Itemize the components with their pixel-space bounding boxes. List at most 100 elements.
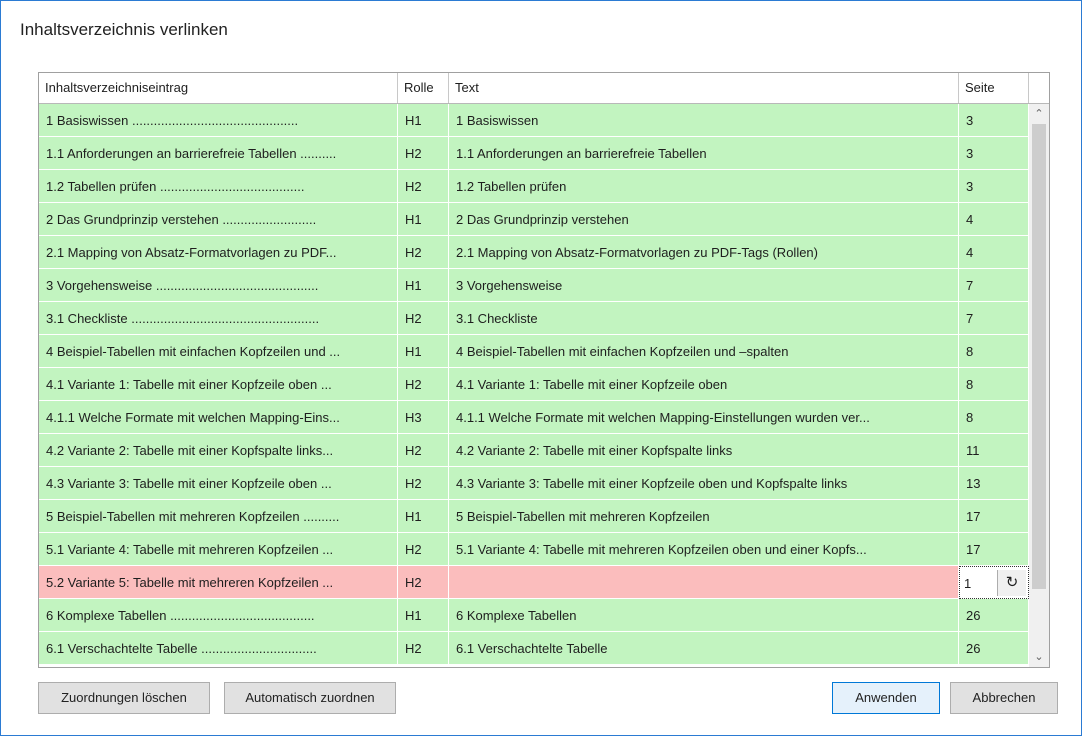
entry-cell[interactable]: 5.2 Variante 5: Tabelle mit mehreren Kop…: [39, 566, 398, 599]
page-cell[interactable]: 7: [959, 302, 1029, 335]
page-cell[interactable]: 13: [959, 467, 1029, 500]
chevron-down-icon[interactable]: ⌄: [1029, 647, 1049, 667]
cancel-button[interactable]: Abbrechen: [950, 682, 1058, 714]
page-cell[interactable]: 8: [959, 335, 1029, 368]
text-cell[interactable]: [449, 566, 959, 599]
entry-cell[interactable]: 2 Das Grundprinzip verstehen ...........…: [39, 203, 398, 236]
entry-cell[interactable]: 5.1 Variante 4: Tabelle mit mehreren Kop…: [39, 533, 398, 566]
entry-cell[interactable]: 4.1 Variante 1: Tabelle mit einer Kopfze…: [39, 368, 398, 401]
role-cell[interactable]: H2: [398, 632, 449, 665]
table-row[interactable]: 4.1.1 Welche Formate mit welchen Mapping…: [39, 401, 1029, 434]
page-cell[interactable]: 8: [959, 368, 1029, 401]
page-cell[interactable]: 17: [959, 500, 1029, 533]
table-row[interactable]: 2 Das Grundprinzip verstehen ...........…: [39, 203, 1029, 236]
page-cell[interactable]: 17: [959, 533, 1029, 566]
role-cell[interactable]: H2: [398, 434, 449, 467]
entry-cell[interactable]: 5 Beispiel-Tabellen mit mehreren Kopfzei…: [39, 500, 398, 533]
auto-assign-button[interactable]: Automatisch zuordnen: [224, 682, 396, 714]
text-cell[interactable]: 2.1 Mapping von Absatz-Formatvorlagen zu…: [449, 236, 959, 269]
entry-cell[interactable]: 3.1 Checkliste .........................…: [39, 302, 398, 335]
table-row[interactable]: 1 Basiswissen ..........................…: [39, 104, 1029, 137]
column-header-page[interactable]: Seite: [959, 73, 1029, 103]
role-cell[interactable]: H1: [398, 269, 449, 302]
text-cell[interactable]: 5.1 Variante 4: Tabelle mit mehreren Kop…: [449, 533, 959, 566]
role-cell[interactable]: H2: [398, 302, 449, 335]
text-cell[interactable]: 5 Beispiel-Tabellen mit mehreren Kopfzei…: [449, 500, 959, 533]
text-cell[interactable]: 1.1 Anforderungen an barrierefreie Tabel…: [449, 137, 959, 170]
text-cell[interactable]: 4.1.1 Welche Formate mit welchen Mapping…: [449, 401, 959, 434]
page-cell[interactable]: 4: [959, 236, 1029, 269]
table-row[interactable]: 2.1 Mapping von Absatz-Formatvorlagen zu…: [39, 236, 1029, 269]
role-cell[interactable]: H1: [398, 500, 449, 533]
text-cell[interactable]: 6.1 Verschachtelte Tabelle: [449, 632, 959, 665]
page-cell[interactable]: 3: [959, 104, 1029, 137]
text-cell[interactable]: 2 Das Grundprinzip verstehen: [449, 203, 959, 236]
role-cell[interactable]: H2: [398, 566, 449, 599]
page-value[interactable]: 1: [964, 567, 971, 598]
vertical-scrollbar[interactable]: ⌃ ⌄: [1029, 104, 1049, 667]
toc-grid[interactable]: Inhaltsverzeichniseintrag Rolle Text Sei…: [38, 72, 1050, 668]
table-row[interactable]: 6.1 Verschachtelte Tabelle .............…: [39, 632, 1029, 665]
page-cell[interactable]: 7: [959, 269, 1029, 302]
refresh-icon[interactable]: ↻: [997, 570, 1026, 596]
table-row[interactable]: 5.1 Variante 4: Tabelle mit mehreren Kop…: [39, 533, 1029, 566]
entry-cell[interactable]: 4 Beispiel-Tabellen mit einfachen Kopfze…: [39, 335, 398, 368]
apply-button[interactable]: Anwenden: [832, 682, 940, 714]
scrollbar-thumb[interactable]: [1032, 124, 1046, 589]
table-row[interactable]: 5.2 Variante 5: Tabelle mit mehreren Kop…: [39, 566, 1029, 599]
page-cell[interactable]: 11: [959, 434, 1029, 467]
table-row[interactable]: 6 Komplexe Tabellen ....................…: [39, 599, 1029, 632]
page-cell[interactable]: 26: [959, 599, 1029, 632]
table-row[interactable]: 4 Beispiel-Tabellen mit einfachen Kopfze…: [39, 335, 1029, 368]
clear-mappings-button[interactable]: Zuordnungen löschen: [38, 682, 210, 714]
table-row[interactable]: 1.2 Tabellen prüfen ....................…: [39, 170, 1029, 203]
text-cell[interactable]: 4.2 Variante 2: Tabelle mit einer Kopfsp…: [449, 434, 959, 467]
page-cell[interactable]: 4: [959, 203, 1029, 236]
entry-cell[interactable]: 1 Basiswissen ..........................…: [39, 104, 398, 137]
page-cell[interactable]: 26: [959, 632, 1029, 665]
role-cell[interactable]: H2: [398, 170, 449, 203]
page-editor[interactable]: 1 ↻: [959, 566, 1029, 599]
entry-cell[interactable]: 6.1 Verschachtelte Tabelle .............…: [39, 632, 398, 665]
table-row[interactable]: 5 Beispiel-Tabellen mit mehreren Kopfzei…: [39, 500, 1029, 533]
column-header-role[interactable]: Rolle: [398, 73, 449, 103]
entry-cell[interactable]: 2.1 Mapping von Absatz-Formatvorlagen zu…: [39, 236, 398, 269]
text-cell[interactable]: 3.1 Checkliste: [449, 302, 959, 335]
page-cell[interactable]: 3: [959, 170, 1029, 203]
role-cell[interactable]: H1: [398, 599, 449, 632]
chevron-up-icon[interactable]: ⌃: [1029, 104, 1049, 124]
role-cell[interactable]: H1: [398, 203, 449, 236]
entry-cell[interactable]: 1.2 Tabellen prüfen ....................…: [39, 170, 398, 203]
table-row[interactable]: 3 Vorgehensweise .......................…: [39, 269, 1029, 302]
text-cell[interactable]: 1 Basiswissen: [449, 104, 959, 137]
table-row[interactable]: 4.1 Variante 1: Tabelle mit einer Kopfze…: [39, 368, 1029, 401]
entry-cell[interactable]: 4.2 Variante 2: Tabelle mit einer Kopfsp…: [39, 434, 398, 467]
entry-cell[interactable]: 4.3 Variante 3: Tabelle mit einer Kopfze…: [39, 467, 398, 500]
role-cell[interactable]: H2: [398, 137, 449, 170]
text-cell[interactable]: 1.2 Tabellen prüfen: [449, 170, 959, 203]
role-cell[interactable]: H1: [398, 335, 449, 368]
text-cell[interactable]: 4.1 Variante 1: Tabelle mit einer Kopfze…: [449, 368, 959, 401]
role-cell[interactable]: H2: [398, 533, 449, 566]
column-header-entry[interactable]: Inhaltsverzeichniseintrag: [39, 73, 398, 103]
page-cell[interactable]: 8: [959, 401, 1029, 434]
role-cell[interactable]: H1: [398, 104, 449, 137]
role-cell[interactable]: H2: [398, 467, 449, 500]
table-row[interactable]: 4.2 Variante 2: Tabelle mit einer Kopfsp…: [39, 434, 1029, 467]
table-row[interactable]: 1.1 Anforderungen an barrierefreie Tabel…: [39, 137, 1029, 170]
table-row[interactable]: 4.3 Variante 3: Tabelle mit einer Kopfze…: [39, 467, 1029, 500]
page-cell[interactable]: 3: [959, 137, 1029, 170]
text-cell[interactable]: 4.3 Variante 3: Tabelle mit einer Kopfze…: [449, 467, 959, 500]
role-cell[interactable]: H2: [398, 368, 449, 401]
entry-cell[interactable]: 6 Komplexe Tabellen ....................…: [39, 599, 398, 632]
text-cell[interactable]: 4 Beispiel-Tabellen mit einfachen Kopfze…: [449, 335, 959, 368]
text-cell[interactable]: 6 Komplexe Tabellen: [449, 599, 959, 632]
entry-cell[interactable]: 1.1 Anforderungen an barrierefreie Tabel…: [39, 137, 398, 170]
text-cell[interactable]: 3 Vorgehensweise: [449, 269, 959, 302]
role-cell[interactable]: H2: [398, 236, 449, 269]
column-header-text[interactable]: Text: [449, 73, 959, 103]
entry-cell[interactable]: 3 Vorgehensweise .......................…: [39, 269, 398, 302]
table-row[interactable]: 3.1 Checkliste .........................…: [39, 302, 1029, 335]
role-cell[interactable]: H3: [398, 401, 449, 434]
entry-cell[interactable]: 4.1.1 Welche Formate mit welchen Mapping…: [39, 401, 398, 434]
